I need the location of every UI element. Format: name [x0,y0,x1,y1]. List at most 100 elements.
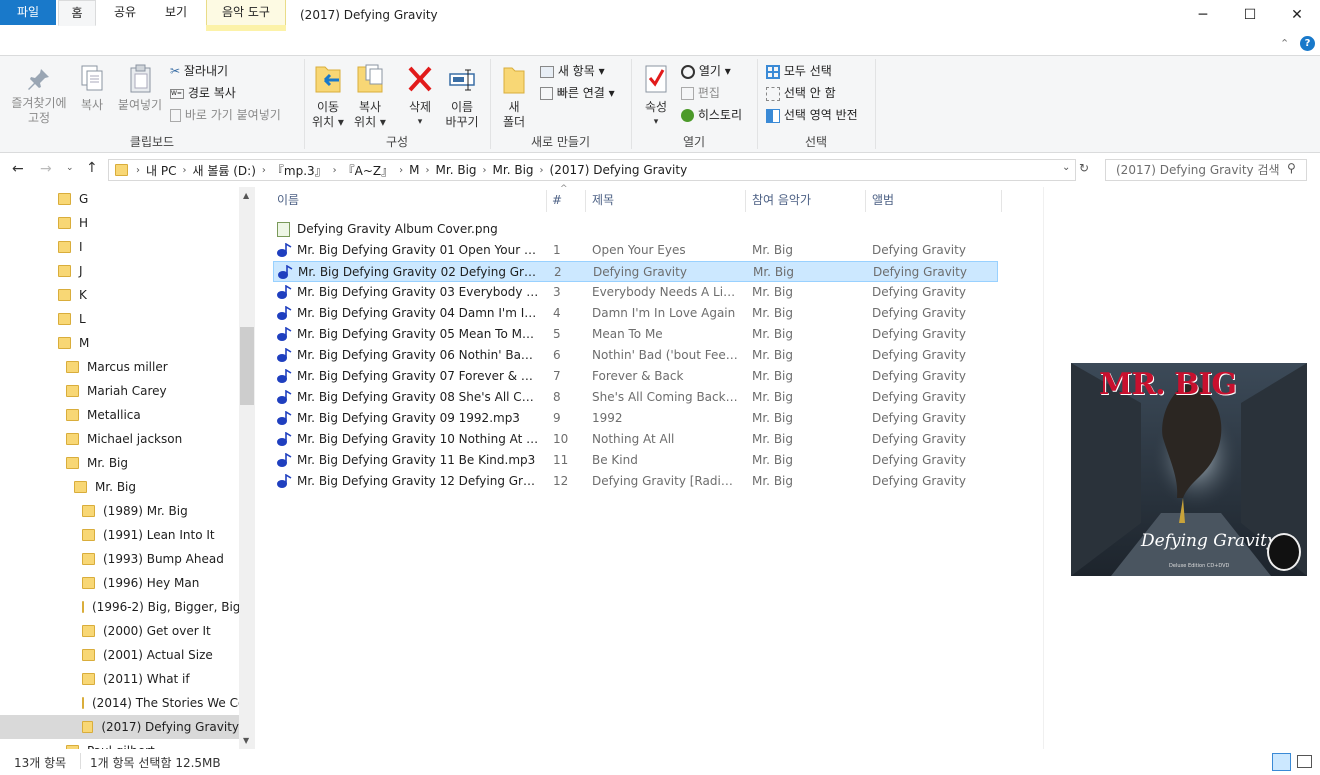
tree-item[interactable]: Mariah Carey [0,379,239,403]
rename-button[interactable]: 이름 바꾸기 [442,64,482,130]
file-row[interactable]: Mr. Big Defying Gravity 09 1992.mp3 9 1992… [273,408,998,429]
tree-item[interactable]: (2000) Get over It [0,619,239,643]
column-divider[interactable] [585,190,586,212]
tree-item[interactable]: (2014) The Stories We Could Tell [0,691,255,715]
search-icon[interactable]: ⚲ [1287,161,1296,175]
recent-locations-chevron-icon[interactable]: ⌄ [66,163,74,173]
breadcrumb-chevron-icon[interactable]: › [262,165,266,176]
minimize-button[interactable]: ─ [1180,0,1226,31]
delete-button[interactable]: 삭제 ▾ [402,64,438,130]
file-row[interactable]: Mr. Big Defying Gravity 01 Open Your Eye… [273,240,998,261]
up-arrow-icon[interactable]: ↑ [86,160,98,176]
file-row[interactable]: Mr. Big Defying Gravity 07 Forever & Bac… [273,366,998,387]
column-header-album[interactable]: 앨범 [872,190,894,210]
tree-item[interactable]: Metallica [0,403,239,427]
cut-button[interactable]: ✂ 잘라내기 [170,62,228,79]
file-row[interactable]: Mr. Big Defying Gravity 04 Damn I'm In L… [273,303,998,324]
copy-button[interactable]: 복사 [76,64,108,113]
column-divider[interactable] [865,190,866,212]
scroll-down-icon[interactable]: ▼ [243,736,249,745]
tab-home[interactable]: 홈 [58,0,96,26]
tree-item[interactable]: Marcus miller [0,355,239,379]
tree-item[interactable]: Paul gilbert [0,739,239,749]
scroll-up-icon[interactable]: ▲ [243,191,249,200]
forward-arrow-icon[interactable]: → [40,161,52,177]
invert-selection-button[interactable]: 선택 영역 반전 [766,106,858,123]
chevron-down-icon[interactable]: ▾ [638,115,674,130]
tree-item[interactable]: (1993) Bump Ahead [0,547,239,571]
new-item-button[interactable]: 새 항목 ▾ [540,62,605,79]
breadcrumb-chevron-icon[interactable]: › [483,165,487,176]
tree-item[interactable]: Mr. Big [0,475,239,499]
file-row[interactable]: Mr. Big Defying Gravity 05 Mean To Me.m.… [273,324,998,345]
edit-button[interactable]: 편집 [681,84,720,101]
breadcrumb-a-z[interactable]: 『A~Z』 [343,162,394,179]
breadcrumb-chevron-icon[interactable]: › [182,165,186,176]
move-to-button[interactable]: 이동 위치 ▾ [308,62,348,130]
column-divider[interactable] [546,190,547,212]
tree-item[interactable]: (1991) Lean Into It [0,523,239,547]
maximize-button[interactable]: ☐ [1227,0,1273,31]
paste-button[interactable]: 붙여넣기 [114,64,166,113]
breadcrumb-volume-d[interactable]: 새 볼륨 (D:) [192,162,255,179]
breadcrumb-this-pc[interactable]: 내 PC [146,162,176,179]
breadcrumb-mr-big-sub[interactable]: Mr. Big [493,163,534,177]
tree-item[interactable]: (2001) Actual Size [0,643,239,667]
breadcrumb-mr-big[interactable]: Mr. Big [436,163,477,177]
address-bar[interactable]: › 내 PC › 새 볼륨 (D:) › 『mp.3』 › 『A~Z』 › M › Mr.… [108,159,1076,181]
chevron-down-icon[interactable]: ▾ [402,115,438,130]
tree-item[interactable]: H [0,211,239,235]
tree-item[interactable]: M [0,331,239,355]
copy-to-button[interactable]: 복사 위치 ▾ [350,62,390,130]
history-button[interactable]: 히스토리 [681,106,742,123]
breadcrumb-chevron-icon[interactable]: › [399,165,403,176]
breadcrumb-m[interactable]: M [409,163,419,177]
file-row[interactable]: Mr. Big Defying Gravity 10 Nothing At Al… [273,429,998,450]
tab-share[interactable]: 공유 [108,0,142,25]
details-view-icon[interactable] [1272,753,1291,771]
scrollbar-thumb[interactable] [240,327,254,405]
tree-item[interactable]: (1996) Hey Man [0,571,239,595]
file-row[interactable]: Mr. Big Defying Gravity 11 Be Kind.mp3 11… [273,450,998,471]
file-row[interactable]: Mr. Big Defying Gravity 02 Defying Gravi… [273,261,998,282]
select-none-button[interactable]: 선택 안 함 [766,84,836,101]
address-dropdown-icon[interactable]: ⌄ [1062,162,1070,173]
back-arrow-icon[interactable]: ← [12,161,24,177]
file-row[interactable]: Mr. Big Defying Gravity 03 Everybody Nee… [273,282,998,303]
tree-item[interactable]: (1989) Mr. Big [0,499,239,523]
tree-item[interactable]: Mr. Big [0,451,239,475]
breadcrumb-chevron-icon[interactable]: › [540,165,544,176]
nav-pane-scrollbar[interactable]: ▲ ▼ [239,187,255,749]
breadcrumb-mp3[interactable]: 『mp.3』 [272,162,327,179]
tree-item[interactable]: I [0,235,239,259]
column-header-title[interactable]: 제목 [592,190,614,210]
file-row[interactable]: Mr. Big Defying Gravity 12 Defying Gravi… [273,471,998,492]
new-folder-button[interactable]: 새 폴더 [496,64,532,130]
properties-button[interactable]: 속성 ▾ [638,64,674,130]
collapse-ribbon-icon[interactable]: ⌃ [1280,37,1289,50]
column-divider[interactable] [1001,190,1002,212]
column-header-name[interactable]: 이름 [277,190,299,210]
tab-file[interactable]: 파일 [0,0,56,25]
tree-item[interactable]: L [0,307,239,331]
tab-view[interactable]: 보기 [158,0,194,25]
column-divider[interactable] [745,190,746,212]
file-row[interactable]: Mr. Big Defying Gravity 08 She's All Com… [273,387,998,408]
large-icons-view-icon[interactable] [1297,755,1312,768]
tree-item[interactable]: J [0,259,239,283]
column-header-artist[interactable]: 참여 음악가 [752,190,811,210]
paste-shortcut-button[interactable]: 바로 가기 붙여넣기 [170,106,281,123]
refresh-icon[interactable]: ↻ [1079,161,1089,175]
select-all-button[interactable]: 모두 선택 [766,62,832,79]
tree-item[interactable]: K [0,283,239,307]
search-input[interactable]: (2017) Defying Gravity 검색 [1105,159,1307,181]
tree-item[interactable]: G [0,187,239,211]
close-button[interactable]: ✕ [1274,0,1320,31]
copy-path-button[interactable]: W= 경로 복사 [170,84,236,101]
pin-quick-access-button[interactable]: 즐겨찾기에 고정 [6,66,72,126]
breadcrumb-current[interactable]: (2017) Defying Gravity [550,163,688,177]
easy-access-button[interactable]: 빠른 연결 ▾ [540,84,615,101]
tab-music-tools[interactable]: 음악 도구 [206,0,286,25]
file-row[interactable]: Defying Gravity Album Cover.png [273,219,998,240]
tree-item[interactable]: (2017) Defying Gravity [0,715,239,739]
